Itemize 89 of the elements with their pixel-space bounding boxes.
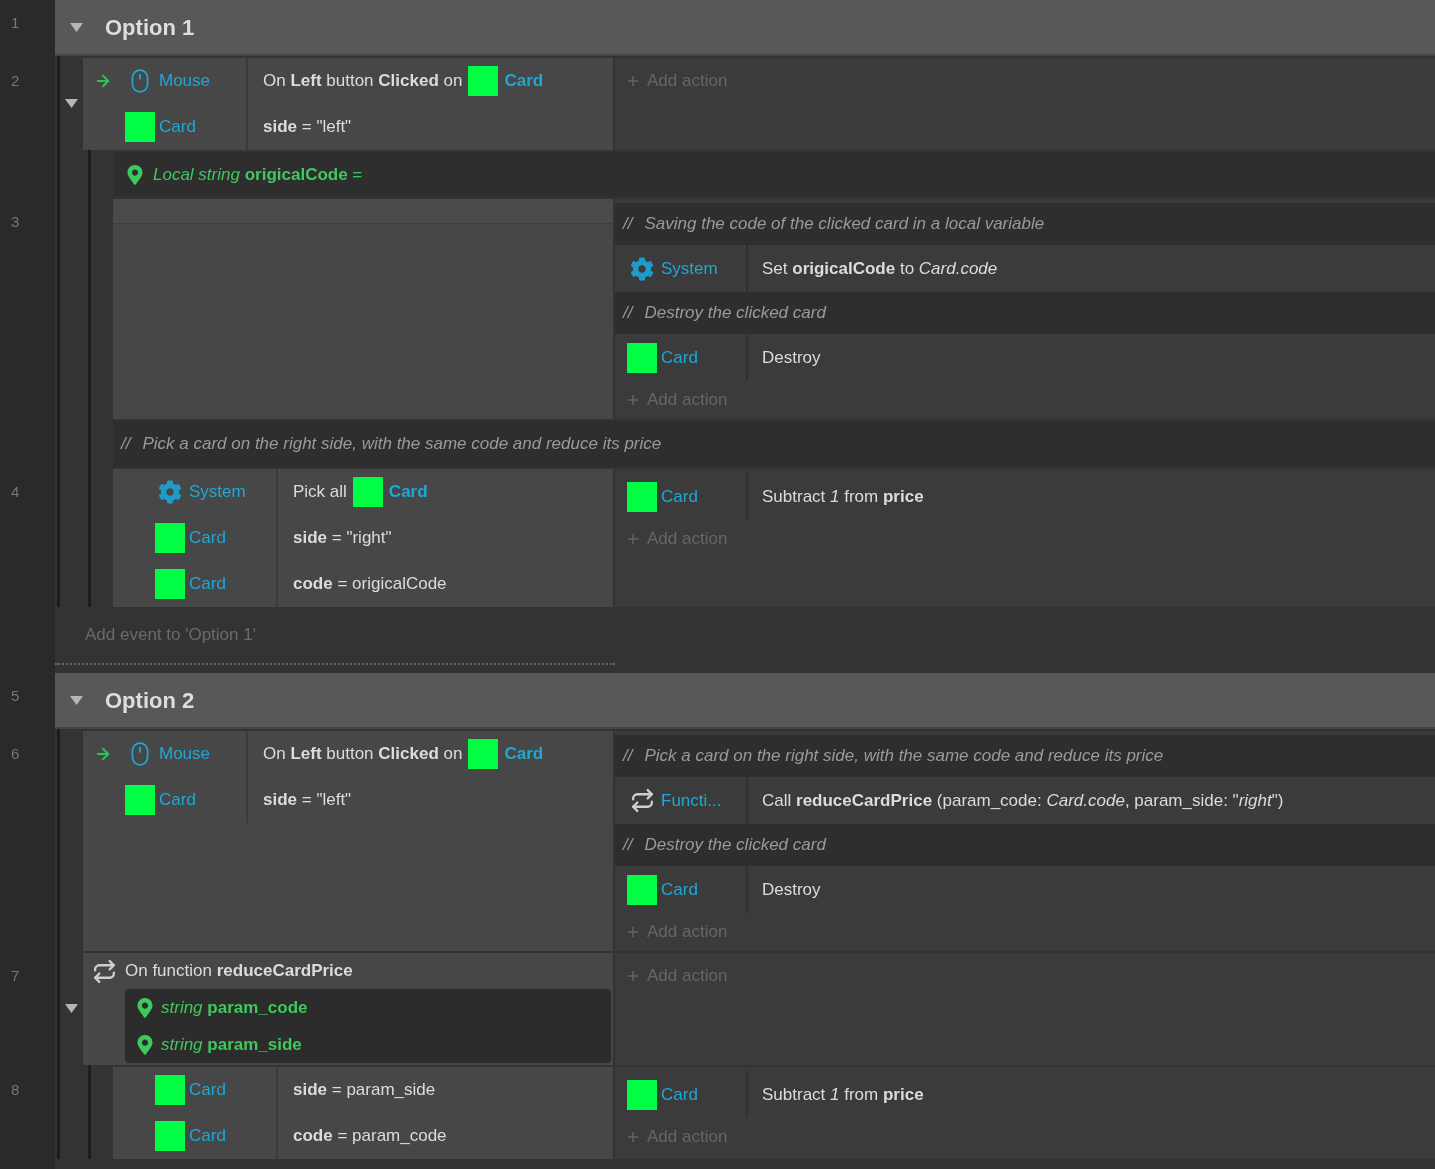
action-text: Subtract 1 from price [762,485,924,508]
condition-text: side = "right" [293,527,392,550]
pin-icon [125,164,145,185]
condition-text: code = origicalCode [293,573,447,596]
square-icon [627,481,657,512]
square-icon [627,1079,657,1110]
object-name: Card [388,481,428,504]
line-number: 8 [10,1079,21,1100]
comment-marker: // [623,745,633,768]
pin-icon [135,1034,155,1055]
condition-text: side = "left" [263,789,352,812]
action-text: Subtract 1 from price [762,1083,924,1106]
comment-text: Pick a card on the right side, with the same code and reduce its price [644,745,1164,768]
object-name: Card [189,527,226,550]
group-title: Option 1 [105,13,195,42]
square-icon [155,523,185,553]
plus-icon [625,392,641,408]
square-icon [125,112,155,142]
group-header[interactable]: Option 1 [55,0,1435,56]
collapse-triangle-icon[interactable] [65,97,78,109]
condition-text: On Left button Clicked on [263,70,463,93]
plus-icon [625,968,641,984]
object-name: Card [159,789,196,812]
object-name: Card [661,346,698,369]
object-name: System [661,257,718,280]
object-name: Card [504,743,544,766]
square-icon [468,739,499,769]
line-number: 4 [10,481,21,502]
plus-icon [625,1129,641,1145]
line-number: 1 [10,12,21,33]
loop-arrows-icon [91,958,117,984]
square-icon [125,785,155,815]
condition-text: Pick all [293,481,347,504]
line-number: 5 [10,685,21,706]
action-text: Set origicalCode to Card.code [762,257,998,280]
comment-text: Destroy the clicked card [644,834,826,857]
square-icon [627,342,657,373]
parameter-text: string param_code [161,996,308,1019]
object-name: Mouse [159,70,211,93]
comment-marker: // [121,433,131,456]
parameter-text: string param_side [161,1033,302,1056]
variable-text: Local string origicalCode = [153,163,363,186]
collapse-triangle-icon[interactable] [65,1002,78,1014]
pin-icon [135,997,155,1018]
action-text: Destroy [762,878,821,901]
comment-marker: // [623,213,633,236]
condition-text: On Left button Clicked on [263,743,463,766]
group-header[interactable]: Option 2 [55,673,1435,729]
object-name: Card [189,573,226,596]
comment-text: Pick a card on the right side, with the same code and reduce its price [142,433,662,456]
loop-arrows-icon [629,788,655,813]
action-text: Destroy [762,346,821,369]
square-icon [352,477,383,507]
square-icon [155,569,185,599]
line-number: 6 [10,743,21,764]
comment-text: Destroy the clicked card [644,302,826,325]
collapse-triangle-icon[interactable] [70,694,83,706]
condition-text: code = param_code [293,1125,447,1148]
function-header: On function reduceCardPrice [125,960,353,983]
square-icon [627,874,657,905]
condition-text: side = param_side [293,1079,436,1102]
plus-icon [625,531,641,547]
comment-text: Saving the code of the clicked card in a local variable [644,213,1045,236]
line-number: 7 [10,965,21,986]
collapse-triangle-icon[interactable] [70,21,83,33]
plus-icon [625,924,641,940]
condition-text: side = "left" [263,116,352,139]
group-title: Option 2 [105,686,195,715]
object-name: Card [661,485,698,508]
object-name: Mouse [159,743,211,766]
object-name: Card [189,1079,226,1102]
plus-icon [625,73,641,89]
square-icon [468,66,499,96]
gear-icon [630,256,654,281]
square-icon [155,1075,185,1105]
gear-icon [158,480,182,504]
object-name: Card [661,1083,698,1106]
square-icon [155,1121,185,1151]
line-number: 2 [10,70,21,91]
object-name: Card [159,116,196,139]
object-name: Card [189,1125,226,1148]
action-text: Call reduceCardPrice (param_code: Card.code, param_side: "right") [762,789,1284,812]
object-name: Functi... [661,789,722,812]
comment-marker: // [623,834,633,857]
comment-marker: // [623,302,633,325]
object-name: System [189,481,246,504]
object-name: Card [504,70,544,93]
object-name: Card [661,878,698,901]
line-number: 3 [10,211,21,232]
